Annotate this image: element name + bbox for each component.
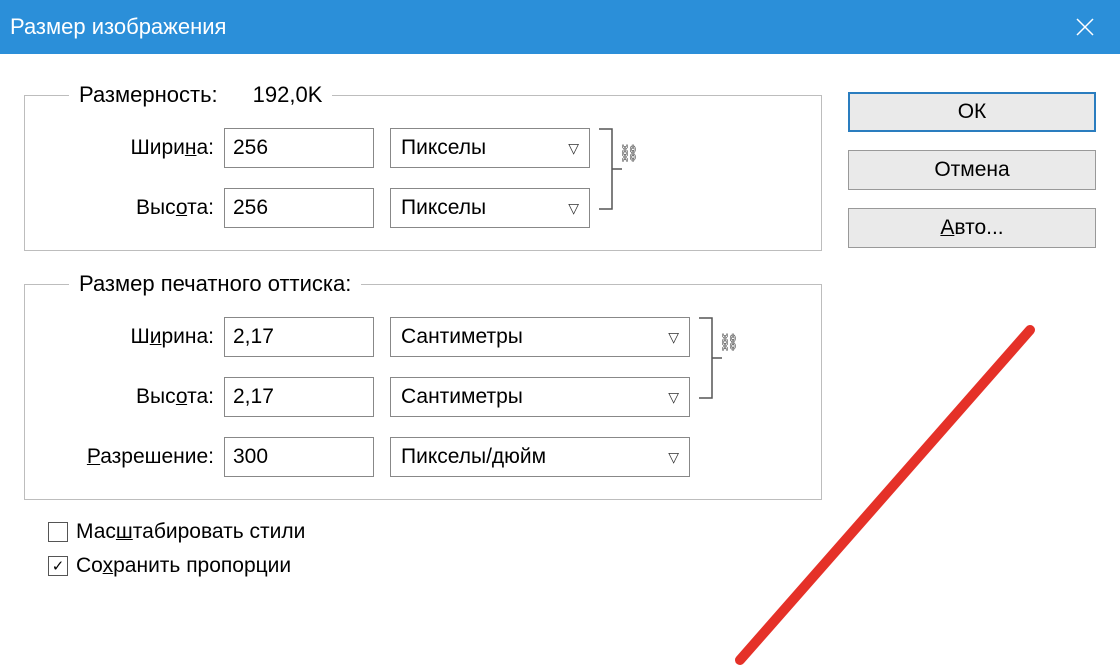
chevron-down-icon: ▽ bbox=[668, 389, 679, 406]
print-width-label: Ширина: bbox=[49, 325, 224, 349]
print-width-unit-select[interactable]: Сантиметры ▽ bbox=[390, 317, 690, 357]
height-label: Высота: bbox=[49, 196, 224, 220]
width-unit-select[interactable]: Пикселы ▽ bbox=[390, 128, 590, 168]
resolution-input[interactable] bbox=[224, 437, 374, 477]
link-icon: ⛓ bbox=[718, 333, 740, 353]
print-height-label: Высота: bbox=[49, 385, 224, 409]
pixel-dimensions-group: Размерность: 192,0K Ширина: Пикселы ▽ bbox=[24, 82, 822, 251]
pixel-dimensions-legend: Размерность: bbox=[79, 82, 218, 108]
resolution-unit-select[interactable]: Пикселы/дюйм ▽ bbox=[390, 437, 690, 477]
chevron-down-icon: ▽ bbox=[668, 329, 679, 346]
window-title: Размер изображения bbox=[10, 14, 226, 40]
auto-button[interactable]: Авто... bbox=[848, 208, 1096, 248]
width-input[interactable] bbox=[224, 128, 374, 168]
chevron-down-icon: ▽ bbox=[668, 449, 679, 466]
print-width-input[interactable] bbox=[224, 317, 374, 357]
constrain-link: ⛓ bbox=[590, 108, 650, 228]
link-icon: ⛓ bbox=[618, 144, 640, 164]
close-icon bbox=[1076, 18, 1094, 36]
print-constrain-link: ⛓ bbox=[690, 297, 750, 417]
height-input[interactable] bbox=[224, 188, 374, 228]
scale-styles-checkbox[interactable] bbox=[48, 522, 68, 542]
constrain-proportions-label: Сохранить пропорции bbox=[76, 554, 291, 578]
cancel-button[interactable]: Отмена bbox=[848, 150, 1096, 190]
print-size-legend: Размер печатного оттиска: bbox=[79, 271, 351, 296]
pixel-dimensions-size: 192,0K bbox=[253, 82, 323, 108]
print-height-unit-select[interactable]: Сантиметры ▽ bbox=[390, 377, 690, 417]
close-button[interactable] bbox=[1050, 0, 1120, 54]
ok-button[interactable]: ОК bbox=[848, 92, 1096, 132]
scale-styles-label: Масштабировать стили bbox=[76, 520, 305, 544]
print-size-group: Размер печатного оттиска: Ширина: Сантим… bbox=[24, 271, 822, 500]
titlebar: Размер изображения bbox=[0, 0, 1120, 54]
chevron-down-icon: ▽ bbox=[568, 140, 579, 157]
height-unit-select[interactable]: Пикселы ▽ bbox=[390, 188, 590, 228]
print-height-input[interactable] bbox=[224, 377, 374, 417]
width-label: Ширина: bbox=[49, 136, 224, 160]
chevron-down-icon: ▽ bbox=[568, 200, 579, 217]
resolution-label: Разрешение: bbox=[49, 445, 224, 469]
constrain-proportions-checkbox[interactable]: ✓ bbox=[48, 556, 68, 576]
